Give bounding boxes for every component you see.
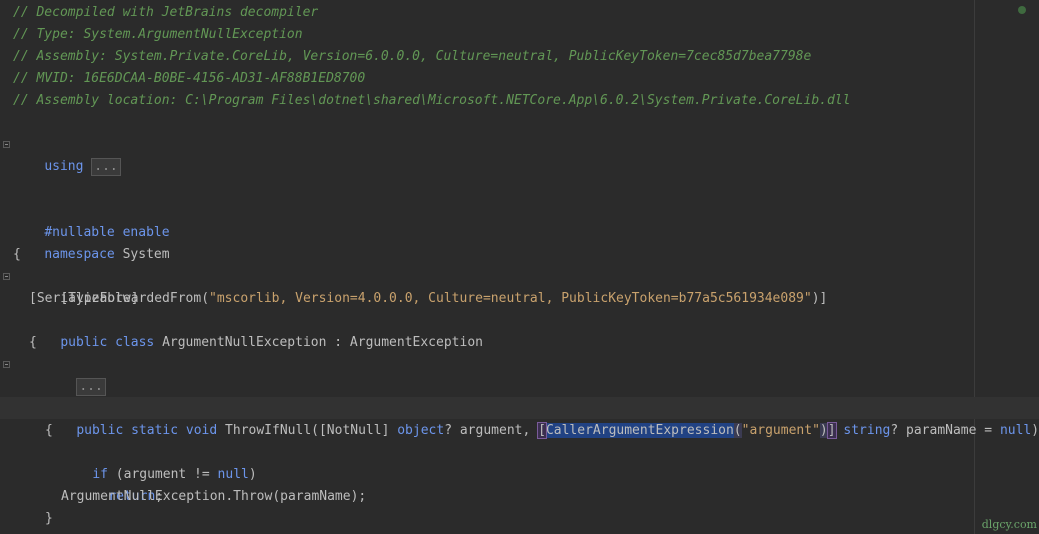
void-keyword: void — [185, 423, 218, 438]
class-declaration-line: public class ArgumentNullException : Arg… — [29, 310, 483, 350]
param-argument: ? argument, — [444, 423, 539, 438]
public-keyword: public — [60, 335, 108, 350]
fold-toggle-icon[interactable] — [3, 273, 10, 280]
method-close-brace: } — [45, 511, 53, 526]
namespace-line: namespace System — [13, 222, 169, 262]
comment-line-5: // Assembly location: C:\Program Files\d… — [13, 93, 851, 108]
attribute-close-paren: ) — [819, 423, 828, 438]
method-signature-line[interactable]: public static void ThrowIfNull([NotNull]… — [45, 398, 1039, 439]
return-statement-line: return; — [77, 464, 163, 504]
method-name: ThrowIfNull([NotNull] — [225, 423, 398, 438]
attribute-serializable-line: [Serializable] — [29, 291, 139, 306]
attribute-open-paren: ( — [733, 423, 742, 438]
comment-line-2: // Type: System.ArgumentNullException — [13, 27, 303, 42]
comment-line-4: // MVID: 16E6DCAA-B0BE-4156-AD31-AF88B1E… — [13, 71, 366, 86]
collapsed-region-button[interactable]: ... — [76, 378, 106, 396]
right-margin-guide — [974, 0, 975, 534]
namespace-name: System — [122, 247, 170, 262]
string-keyword: string — [843, 423, 891, 438]
attribute-typeforwarded-line: [TypeForwardedFrom("mscorlib, Version=4.… — [29, 266, 827, 306]
editor-gutter[interactable] — [0, 0, 12, 534]
fold-toggle-icon[interactable] — [3, 361, 10, 368]
method-open-brace: { — [45, 423, 53, 438]
code-editor[interactable]: // Decompiled with JetBrains decompiler … — [0, 0, 1039, 534]
attribute-string-arg: "mscorlib, Version=4.0.0.0, Culture=neut… — [209, 291, 812, 306]
comment-line-1: // Decompiled with JetBrains decompiler — [13, 5, 319, 20]
namespace-open-brace: { — [13, 247, 21, 262]
inspection-status-icon[interactable] — [1018, 6, 1026, 14]
watermark-text: dlgcy.com — [981, 518, 1037, 531]
static-keyword: static — [131, 423, 179, 438]
object-keyword: object — [397, 423, 445, 438]
class-name: ArgumentNullException : ArgumentExceptio… — [162, 335, 483, 350]
if-statement-line: if (argument != null) — [61, 442, 256, 482]
attribute-close-bracket: ] — [826, 422, 837, 439]
throw-statement-line: ArgumentNullException.Throw(paramName); — [61, 489, 367, 504]
namespace-keyword: namespace — [44, 247, 115, 262]
comment-line-3: // Assembly: System.Private.CoreLib, Ver… — [13, 49, 812, 64]
class-open-brace: { — [29, 335, 37, 350]
attribute-open-bracket: [ — [537, 422, 547, 439]
null-keyword: null — [217, 467, 249, 482]
null-keyword: null — [999, 423, 1032, 438]
collapsed-region-button[interactable]: ... — [91, 158, 121, 176]
using-line: using ... — [13, 134, 121, 176]
public-keyword: public — [76, 423, 124, 438]
class-keyword: class — [115, 335, 155, 350]
method-close-paren: ) — [1031, 423, 1039, 438]
nullable-line: #nullable enable — [13, 200, 169, 240]
if-condition-close: ) — [248, 467, 257, 482]
attribute-string-arg: "argument" — [741, 423, 820, 438]
class-collapsed-line: ... — [45, 354, 106, 396]
param-paramname: ? paramName = — [890, 423, 1000, 438]
caller-argument-expression-attribute[interactable]: CallerArgumentExpression — [545, 423, 734, 438]
using-keyword: using — [44, 159, 84, 174]
fold-toggle-icon[interactable] — [3, 141, 10, 148]
attribute-close: )] — [811, 291, 828, 306]
